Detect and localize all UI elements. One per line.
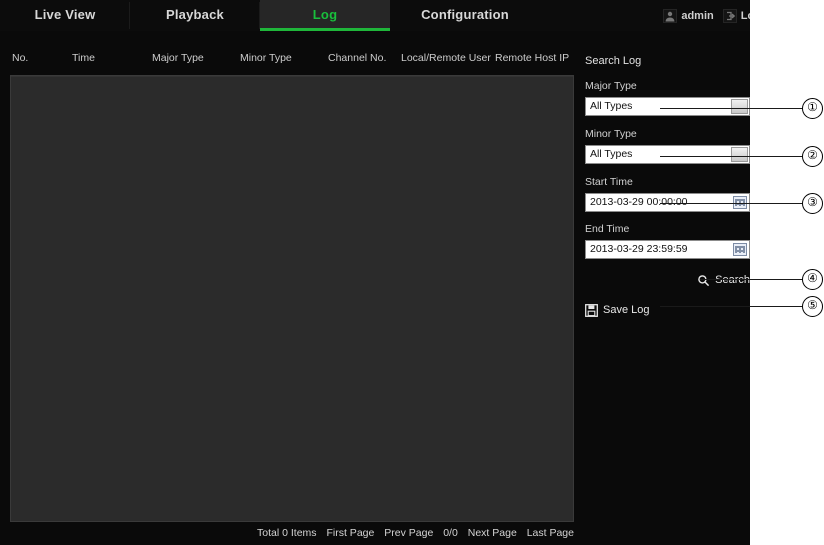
minor-type-label: Minor Type bbox=[585, 128, 637, 140]
screenshot-root: Live View Playback Log Configuration adm… bbox=[0, 0, 824, 545]
callout-leader-4 bbox=[700, 279, 802, 281]
end-time-label: End Time bbox=[585, 223, 630, 235]
minor-type-value: All Types bbox=[590, 148, 633, 160]
callout-2: ② bbox=[802, 146, 823, 167]
column-header-host-ip: Remote Host IP bbox=[495, 52, 570, 64]
logout-icon bbox=[722, 8, 737, 23]
major-type-label: Major Type bbox=[585, 80, 637, 92]
page-position-label: 0/0 bbox=[443, 527, 458, 539]
callout-leader-2 bbox=[660, 156, 802, 158]
account-area: admin Logout bbox=[663, 0, 750, 31]
tab-log[interactable]: Log bbox=[260, 0, 390, 31]
callout-5: ⑤ bbox=[802, 296, 823, 317]
tab-live-view-label: Live View bbox=[34, 7, 96, 22]
callout-leader-1 bbox=[660, 108, 802, 110]
tab-log-label: Log bbox=[312, 7, 338, 22]
save-log-button-label: Save Log bbox=[603, 304, 650, 316]
start-time-value: 2013-03-29 00:00:00 bbox=[590, 196, 688, 208]
callout-leader-3 bbox=[660, 203, 802, 205]
user-icon bbox=[663, 8, 678, 23]
next-page-button[interactable]: Next Page bbox=[468, 527, 517, 539]
major-type-select[interactable]: All Types bbox=[585, 97, 750, 116]
tab-playback[interactable]: Playback bbox=[130, 0, 260, 31]
tab-configuration[interactable]: Configuration bbox=[390, 0, 540, 31]
log-table-body[interactable] bbox=[10, 75, 574, 522]
search-log-panel: Search Log Major Type All Types Minor Ty… bbox=[583, 48, 750, 545]
main-navigation: Live View Playback Log Configuration adm… bbox=[0, 0, 750, 31]
save-log-button[interactable]: Save Log bbox=[585, 301, 750, 319]
chevron-down-icon[interactable] bbox=[731, 99, 748, 114]
pagination-bar: Total 0 Items First Page Prev Page 0/0 N… bbox=[10, 527, 574, 539]
column-header-user: Local/Remote User bbox=[401, 52, 491, 64]
tab-configuration-label: Configuration bbox=[421, 7, 509, 22]
end-time-value: 2013-03-29 23:59:59 bbox=[590, 243, 688, 255]
callout-1: ① bbox=[802, 98, 823, 119]
current-user[interactable]: admin bbox=[663, 8, 714, 23]
total-items-label: Total 0 Items bbox=[257, 527, 317, 539]
current-user-label: admin bbox=[681, 9, 714, 22]
chevron-down-icon[interactable] bbox=[731, 147, 748, 162]
column-header-major-type: Major Type bbox=[152, 52, 204, 64]
start-time-label: Start Time bbox=[585, 176, 633, 188]
search-log-title: Search Log bbox=[585, 55, 642, 67]
tab-playback-label: Playback bbox=[166, 7, 224, 22]
callout-3: ③ bbox=[802, 193, 823, 214]
calendar-icon[interactable] bbox=[733, 243, 747, 256]
callout-leader-5 bbox=[660, 306, 802, 308]
minor-type-select[interactable]: All Types bbox=[585, 145, 750, 164]
prev-page-button[interactable]: Prev Page bbox=[384, 527, 433, 539]
callout-4: ④ bbox=[802, 269, 823, 290]
column-header-time: Time bbox=[72, 52, 95, 64]
end-time-input[interactable]: 2013-03-29 23:59:59 bbox=[585, 240, 750, 259]
logout-label: Logout bbox=[740, 9, 750, 22]
camera-web-app: Live View Playback Log Configuration adm… bbox=[0, 0, 750, 545]
table-top-rule bbox=[11, 76, 573, 77]
tab-live-view[interactable]: Live View bbox=[0, 0, 130, 31]
logout-button[interactable]: Logout bbox=[722, 8, 750, 23]
column-header-no: No. bbox=[12, 52, 29, 64]
column-header-channel-no: Channel No. bbox=[328, 52, 387, 64]
active-tab-underline bbox=[260, 28, 390, 31]
column-header-minor-type: Minor Type bbox=[240, 52, 292, 64]
major-type-value: All Types bbox=[590, 100, 633, 112]
first-page-button[interactable]: First Page bbox=[326, 527, 374, 539]
last-page-button[interactable]: Last Page bbox=[527, 527, 574, 539]
save-disk-icon bbox=[585, 303, 598, 317]
